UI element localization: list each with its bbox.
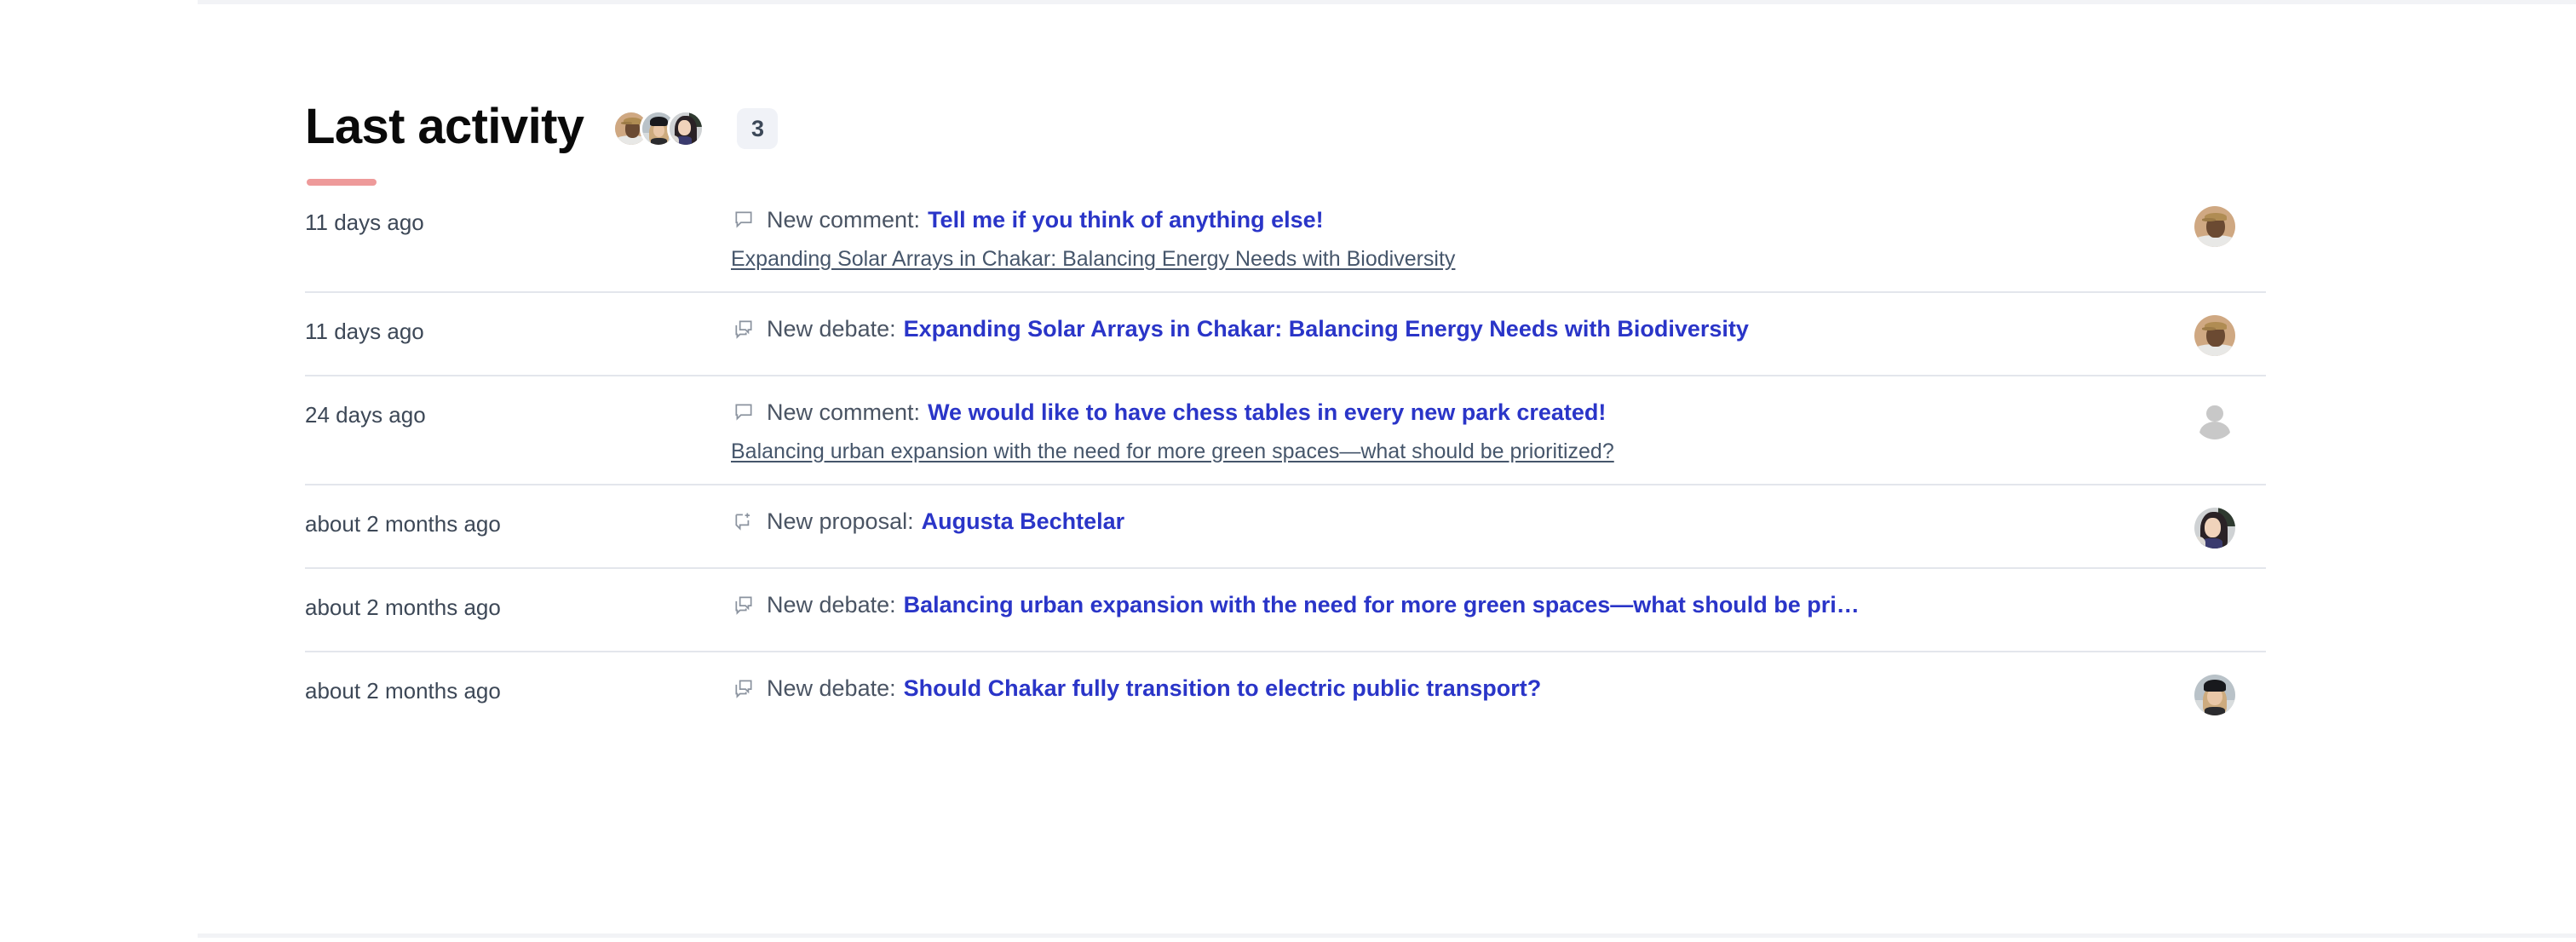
activity-context: Balancing urban expansion with the need … <box>731 438 2130 465</box>
activity-date: about 2 months ago <box>305 594 501 620</box>
avatar[interactable] <box>2194 675 2235 715</box>
avatar-image <box>2194 675 2235 715</box>
avatar-image <box>2194 315 2235 356</box>
page-title: Last activity <box>305 99 584 186</box>
activity-author-cell <box>2164 204 2266 247</box>
debate-bubbles-icon <box>731 592 756 617</box>
activity-body: New debate: Balancing urban expansion wi… <box>731 589 2164 620</box>
avatar-image <box>2194 508 2235 549</box>
activity-date: about 2 months ago <box>305 511 501 537</box>
debate-bubbles-icon <box>731 316 756 342</box>
last-activity-page: Last activity 3 11 days ago New comment:… <box>0 0 2576 942</box>
activity-headline: New proposal: Augusta Bechtelar <box>731 506 2130 537</box>
activity-body: New comment: We would like to have chess… <box>731 397 2164 465</box>
activity-headline: New debate: Expanding Solar Arrays in Ch… <box>731 313 2130 344</box>
title-accent-underline <box>307 179 377 186</box>
activity-body: New debate: Should Chakar fully transiti… <box>731 673 2164 704</box>
activity-type-label: New debate: <box>767 675 896 701</box>
activity-type-label: New comment: <box>767 207 921 233</box>
activity-date: 24 days ago <box>305 402 426 428</box>
activity-type-label: New proposal: <box>767 508 914 534</box>
proposal-add-icon <box>731 508 756 534</box>
activity-type-label: New debate: <box>767 592 896 617</box>
bottom-divider <box>198 933 2576 938</box>
activity-title-link[interactable]: Expanding Solar Arrays in Chakar: Balanc… <box>904 313 1749 344</box>
activity-date: 11 days ago <box>305 319 424 344</box>
avatar-image <box>670 112 703 145</box>
activity-author-cell <box>2164 397 2266 439</box>
last-activity-header: Last activity 3 <box>305 0 2264 186</box>
activity-author-cell <box>2164 506 2266 549</box>
activity-context: Expanding Solar Arrays in Chakar: Balanc… <box>731 245 2130 273</box>
page-title-text: Last activity <box>305 99 584 154</box>
activity-author-cell <box>2164 589 2266 632</box>
activity-author-cell <box>2164 673 2266 715</box>
activity-title-link[interactable]: Tell me if you think of anything else! <box>928 204 1324 235</box>
avatar-placeholder-image <box>2194 399 2235 439</box>
activity-headline: New debate: Balancing urban expansion wi… <box>731 589 2130 620</box>
activity-headline: New debate: Should Chakar fully transiti… <box>731 673 2130 704</box>
activity-context-link[interactable]: Expanding Solar Arrays in Chakar: Balanc… <box>731 247 1455 271</box>
activity-body: New comment: Tell me if you think of any… <box>731 204 2164 273</box>
activity-context-link[interactable]: Balancing urban expansion with the need … <box>731 439 1614 463</box>
activity-date: about 2 months ago <box>305 678 501 704</box>
table-row: 11 days ago New comment: Tell me if you … <box>305 189 2266 291</box>
comment-bubble-icon <box>731 207 756 233</box>
participants-avatar-group[interactable] <box>612 110 705 147</box>
content-column: Last activity 3 11 days ago New comment:… <box>305 0 2266 734</box>
activity-type-label: New comment: <box>767 399 921 425</box>
avatar <box>2194 591 2235 632</box>
activity-body: New proposal: Augusta Bechtelar <box>731 506 2164 537</box>
activity-title-link[interactable]: Augusta Bechtelar <box>922 506 1125 537</box>
activity-count-badge: 3 <box>737 108 779 149</box>
table-row: 11 days ago New debate: Expanding Solar … <box>305 291 2266 375</box>
avatar[interactable] <box>2194 315 2235 356</box>
activity-date: 11 days ago <box>305 210 424 235</box>
activity-author-cell <box>2164 313 2266 356</box>
table-row: 24 days ago New comment: We would like t… <box>305 375 2266 484</box>
activity-headline: New comment: Tell me if you think of any… <box>731 204 2130 235</box>
activity-title-link[interactable]: We would like to have chess tables in ev… <box>928 397 1606 428</box>
activity-headline: New comment: We would like to have chess… <box>731 397 2130 428</box>
table-row: about 2 months ago New debate: Balancing… <box>305 567 2266 651</box>
activity-type-label: New debate: <box>767 316 896 342</box>
avatar-group-member-3[interactable] <box>667 110 705 147</box>
avatar-image <box>2194 206 2235 247</box>
activity-title-link[interactable]: Balancing urban expansion with the need … <box>904 589 1860 620</box>
activity-title-link[interactable]: Should Chakar fully transition to electr… <box>904 673 1542 704</box>
avatar[interactable] <box>2194 399 2235 439</box>
debate-bubbles-icon <box>731 675 756 701</box>
table-row: about 2 months ago New proposal: Augusta… <box>305 484 2266 567</box>
avatar[interactable] <box>2194 508 2235 549</box>
activity-list: 11 days ago New comment: Tell me if you … <box>305 189 2266 734</box>
activity-body: New debate: Expanding Solar Arrays in Ch… <box>731 313 2164 344</box>
comment-bubble-icon <box>731 399 756 425</box>
table-row: about 2 months ago New debate: Should Ch… <box>305 651 2266 734</box>
avatar[interactable] <box>2194 206 2235 247</box>
